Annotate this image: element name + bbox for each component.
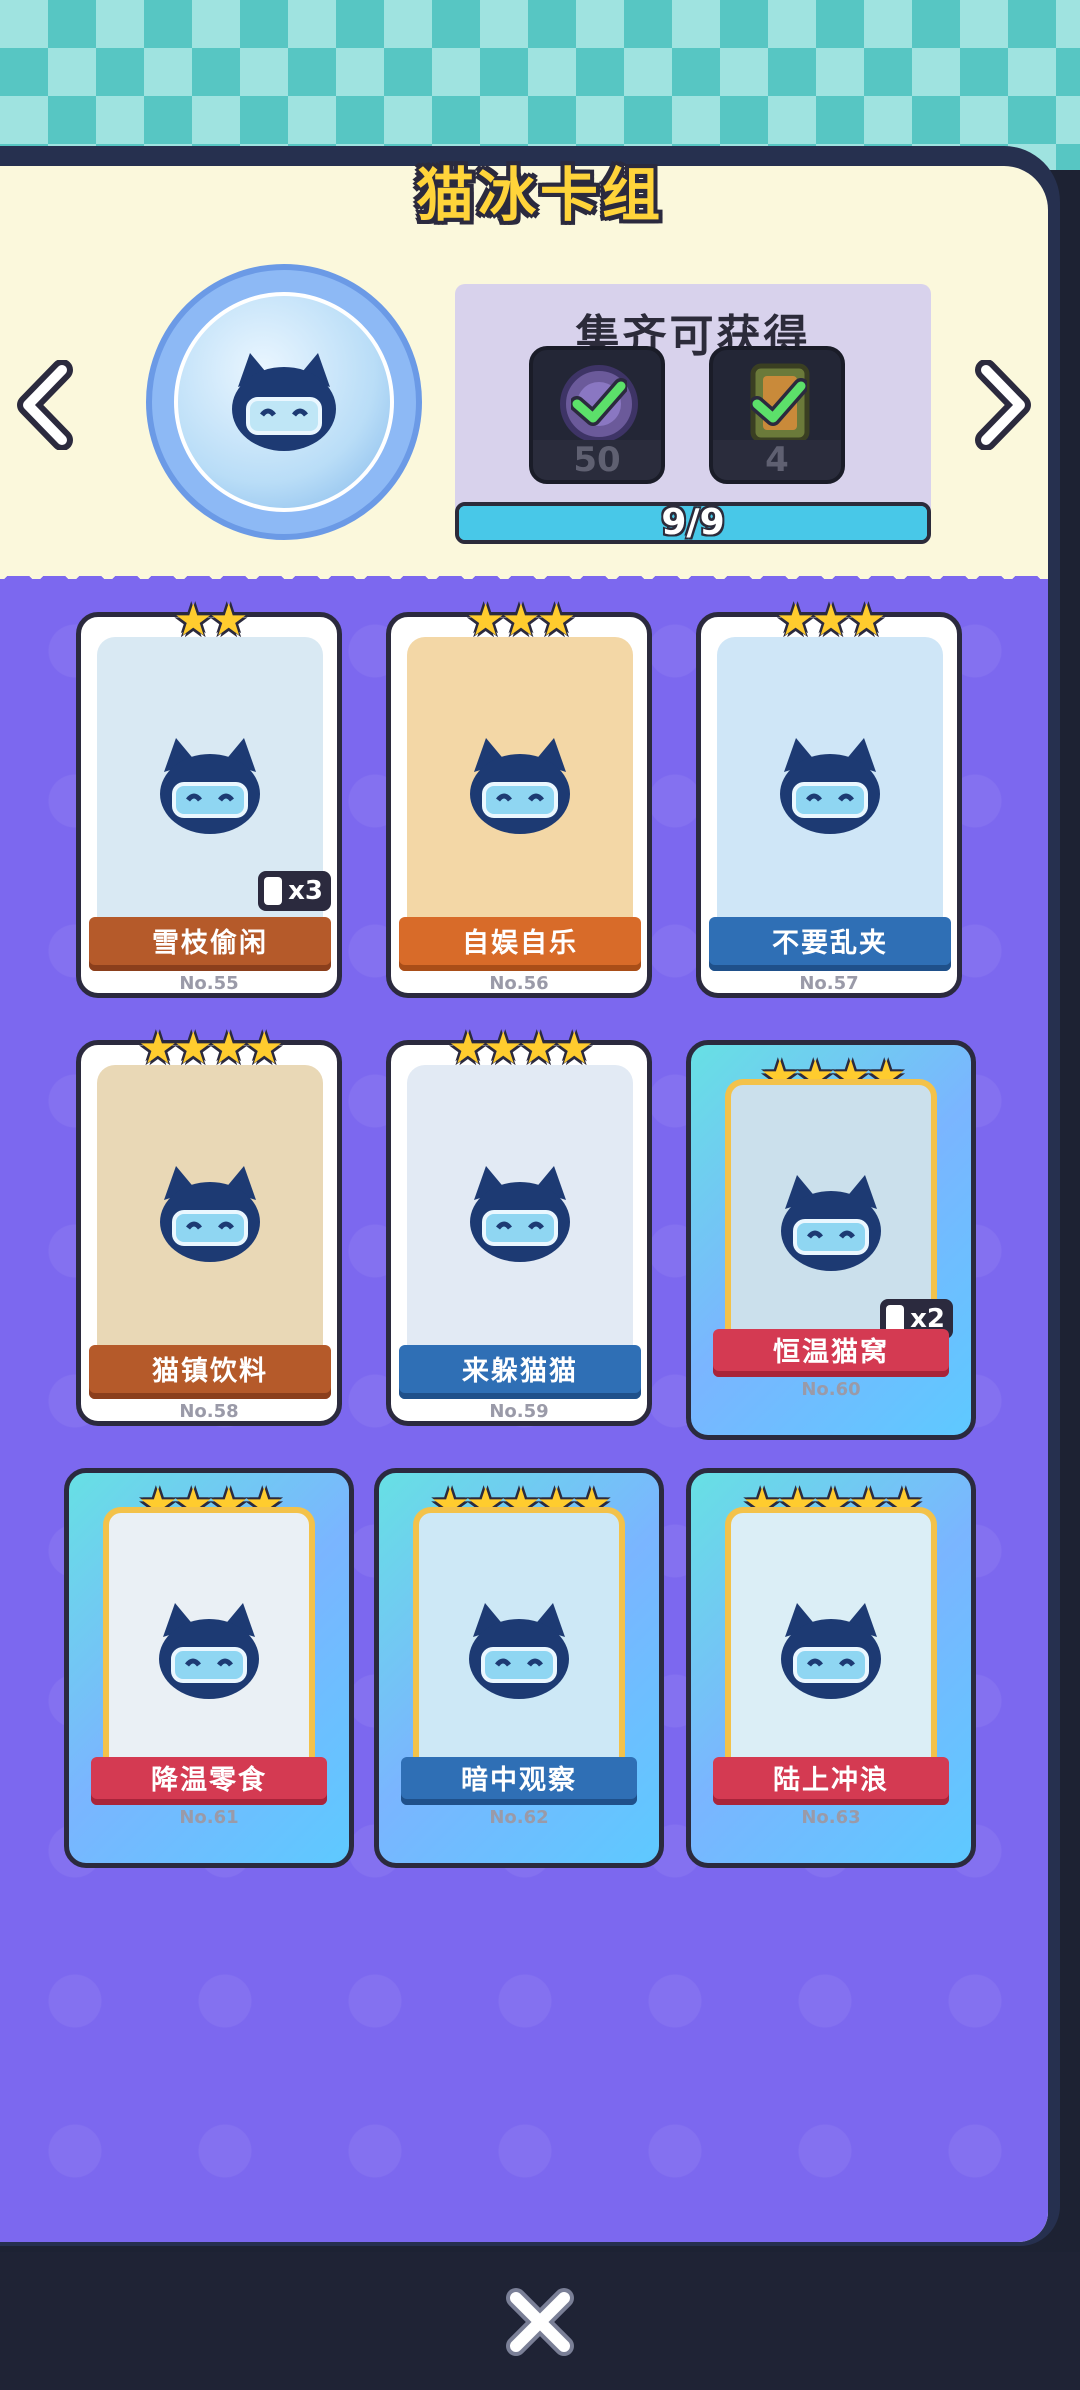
collection-progress-bar: 9/9 bbox=[455, 502, 931, 544]
cat-icon bbox=[470, 1166, 570, 1262]
cat-icon bbox=[160, 738, 260, 834]
card-number: No.57 bbox=[799, 973, 859, 994]
card-number: No.59 bbox=[489, 1401, 549, 1422]
card-no59[interactable]: ★★★★ 来躲猫猫 No.59 bbox=[386, 1023, 652, 1426]
card-no56[interactable]: ★★★ 自娱自乐 No.56 bbox=[386, 595, 652, 998]
card-art bbox=[97, 1065, 323, 1365]
check-icon bbox=[751, 378, 807, 426]
card-number: No.55 bbox=[179, 973, 239, 994]
card-title: 猫镇饮料 bbox=[89, 1345, 331, 1399]
card-title: 降温零食 bbox=[91, 1757, 327, 1805]
card-art bbox=[717, 637, 943, 937]
card-art bbox=[103, 1507, 315, 1797]
cat-icon bbox=[159, 1603, 259, 1699]
cat-icon bbox=[232, 353, 336, 451]
card-number: No.56 bbox=[489, 973, 549, 994]
checker-background bbox=[0, 0, 1080, 170]
card-number: No.60 bbox=[801, 1379, 861, 1400]
duplicate-badge: x3 bbox=[258, 871, 331, 911]
card-number: No.61 bbox=[179, 1807, 239, 1828]
card-art bbox=[725, 1507, 937, 1797]
card-title: 恒温猫窝 bbox=[713, 1329, 949, 1377]
card-no61[interactable]: ★★★★ 降温零食 No.61 bbox=[64, 1468, 354, 1868]
cat-icon bbox=[781, 1175, 881, 1271]
reward-coin[interactable]: 50 bbox=[529, 346, 665, 484]
cat-icon bbox=[780, 738, 880, 834]
page-title: 猫冰卡组 bbox=[415, 161, 664, 229]
reward-card-pack[interactable]: 4 bbox=[709, 346, 845, 484]
card-title: 雪枝偷闲 bbox=[89, 917, 331, 971]
set-medal bbox=[146, 264, 422, 540]
reward-coin-count: 50 bbox=[533, 440, 661, 480]
card-title: 暗中观察 bbox=[401, 1757, 637, 1805]
card-no57[interactable]: ★★★ 不要乱夹 No.57 bbox=[696, 595, 962, 998]
reward-card-count: 4 bbox=[713, 440, 841, 480]
card-title: 来躲猫猫 bbox=[399, 1345, 641, 1399]
cat-icon bbox=[469, 1603, 569, 1699]
duplicate-count: x3 bbox=[288, 876, 323, 906]
card-icon bbox=[264, 877, 283, 905]
card-no55[interactable]: ★★ x3 雪枝偷闲 No.55 bbox=[76, 595, 342, 998]
next-arrow-icon[interactable] bbox=[970, 360, 1034, 450]
card-no58[interactable]: ★★★★ 猫镇饮料 No.58 bbox=[76, 1023, 342, 1426]
zigzag-divider bbox=[0, 551, 1048, 579]
cat-icon bbox=[781, 1603, 881, 1699]
card-no62[interactable]: ★★★★★ 暗中观察 No.62 bbox=[374, 1468, 664, 1868]
close-icon[interactable] bbox=[504, 2286, 576, 2358]
reward-title: 集齐可获得 bbox=[575, 311, 811, 362]
prev-arrow-icon[interactable] bbox=[14, 360, 78, 450]
card-no63[interactable]: ★★★★★ 陆上冲浪 No.63 bbox=[686, 1468, 976, 1868]
check-icon bbox=[571, 378, 627, 426]
card-art bbox=[407, 637, 633, 937]
card-title: 陆上冲浪 bbox=[713, 1757, 949, 1805]
card-number: No.58 bbox=[179, 1401, 239, 1422]
medal-cat-image bbox=[174, 292, 394, 512]
card-art bbox=[407, 1065, 633, 1365]
card-number: No.62 bbox=[489, 1807, 549, 1828]
card-number: No.63 bbox=[801, 1807, 861, 1828]
card-no60[interactable]: ★★★★ x2 恒温猫窝 No.60 bbox=[686, 1040, 976, 1440]
card-title: 不要乱夹 bbox=[709, 917, 951, 971]
card-title: 自娱自乐 bbox=[399, 917, 641, 971]
card-art bbox=[413, 1507, 625, 1797]
progress-text: 9/9 bbox=[661, 502, 725, 543]
cat-icon bbox=[470, 738, 570, 834]
cat-icon bbox=[160, 1166, 260, 1262]
